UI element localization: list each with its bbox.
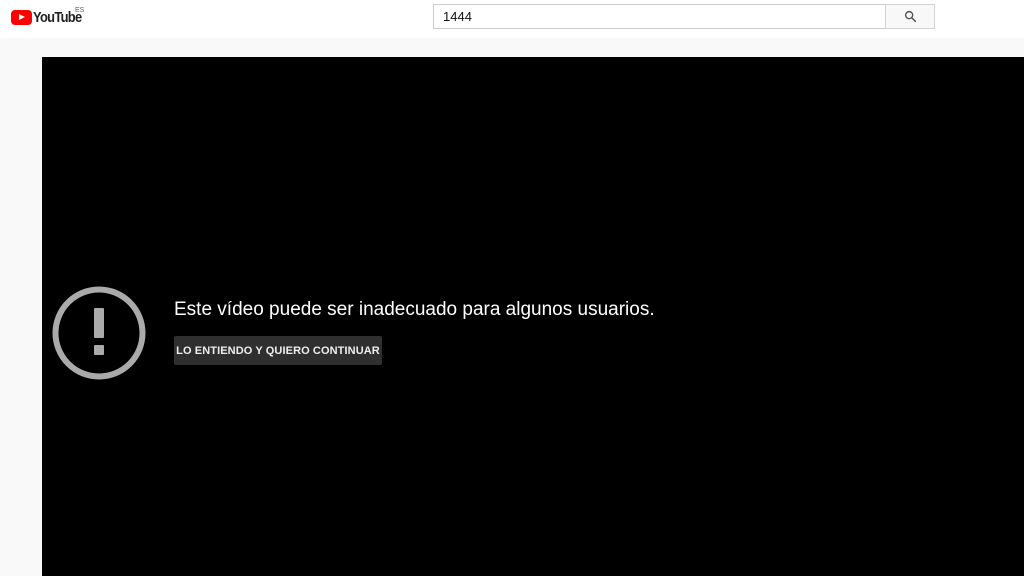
play-logo-icon [11, 9, 32, 25]
country-code: ES [75, 7, 85, 14]
continue-button[interactable]: LO ENTIENDO Y QUIERO CONTINUAR [174, 336, 382, 365]
exclamation-circle-icon [52, 286, 146, 380]
search-input[interactable] [433, 4, 885, 29]
search-icon [904, 10, 916, 23]
content-warning-message: Este vídeo puede ser inadecuado para alg… [174, 299, 655, 320]
masthead: YouTube ES [0, 0, 1024, 38]
search-bar [433, 4, 935, 29]
youtube-logo[interactable]: YouTube ES [11, 7, 89, 27]
search-button[interactable] [885, 4, 935, 29]
video-player[interactable]: Este vídeo puede ser inadecuado para alg… [42, 57, 1024, 576]
